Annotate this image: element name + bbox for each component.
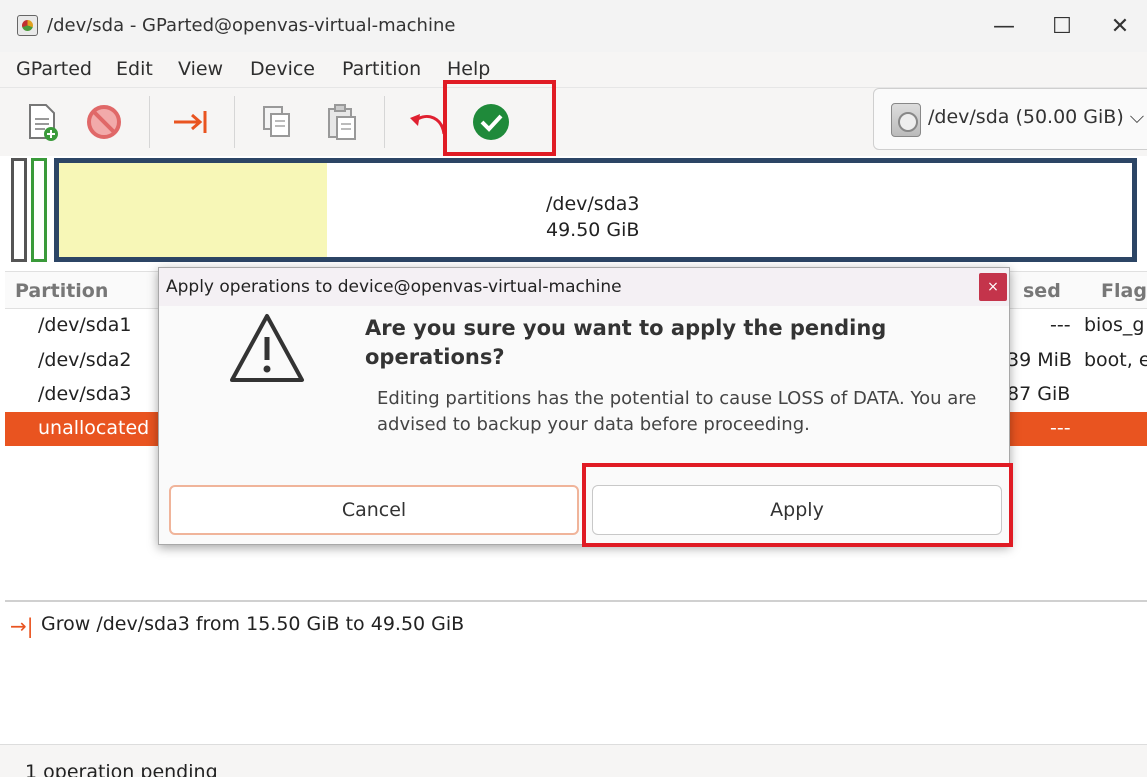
used-cell: --- — [1050, 314, 1071, 336]
partition-cell: /dev/sda2 — [38, 349, 132, 371]
status-bar: 1 operation pending — [0, 744, 1147, 777]
menu-device[interactable]: Device — [250, 58, 315, 80]
maximize-button[interactable]: ☐ — [1042, 10, 1082, 42]
partition-cell: /dev/sda1 — [38, 314, 132, 336]
dialog-title-bar: Apply operations to device@openvas-virtu… — [159, 268, 1009, 306]
menu-partition[interactable]: Partition — [342, 58, 421, 80]
minimize-button[interactable]: — — [984, 10, 1024, 42]
flags-cell: boot, e — [1084, 349, 1147, 371]
close-window-button[interactable]: ✕ — [1100, 10, 1140, 42]
column-partition[interactable]: Partition — [15, 280, 108, 302]
copy-icon[interactable] — [255, 100, 299, 144]
partition-cell: unallocated — [38, 417, 150, 439]
pending-operations-pane: →| Grow /dev/sda3 from 15.50 GiB to 49.5… — [5, 600, 1147, 744]
partition-block-label: /dev/sda3 49.50 GiB — [546, 193, 640, 241]
highlight-box — [582, 463, 1013, 547]
partition-cell: /dev/sda3 — [38, 383, 132, 405]
dialog-close-button[interactable]: × — [979, 273, 1007, 301]
dialog-title: Apply operations to device@openvas-virtu… — [166, 277, 622, 297]
menu-gparted[interactable]: GParted — [16, 58, 92, 80]
menu-edit[interactable]: Edit — [116, 58, 153, 80]
status-text: 1 operation pending — [25, 761, 218, 777]
operation-item[interactable]: Grow /dev/sda3 from 15.50 GiB to 49.50 G… — [41, 613, 464, 635]
dialog-heading: Are you sure you want to apply the pendi… — [365, 316, 887, 369]
device-selector[interactable]: /dev/sda (50.00 GiB) ⌵ — [873, 88, 1147, 150]
used-cell: 39 MiB — [1007, 349, 1072, 371]
paste-icon[interactable] — [320, 100, 364, 144]
flags-cell: bios_g — [1084, 314, 1145, 336]
delete-icon[interactable] — [82, 100, 126, 144]
partition-bar-sda1[interactable] — [11, 158, 27, 262]
menu-view[interactable]: View — [178, 58, 223, 80]
partition-block-sda3[interactable]: /dev/sda3 49.50 GiB — [54, 158, 1137, 262]
hard-disk-icon — [891, 103, 921, 137]
partition-bar-sda2[interactable] — [31, 158, 47, 262]
used-space-fill — [59, 163, 328, 257]
resize-move-icon[interactable] — [168, 100, 212, 144]
gparted-app-icon — [17, 15, 38, 36]
menu-bar: GParted Edit View Device Partition Help — [0, 52, 1147, 88]
column-flags[interactable]: Flag — [1101, 280, 1147, 302]
window-title: /dev/sda - GParted@openvas-virtual-machi… — [47, 15, 456, 36]
used-cell: --- — [1050, 417, 1071, 439]
menu-help[interactable]: Help — [447, 58, 490, 80]
chevron-down-icon: ⌵ — [1129, 106, 1145, 128]
highlight-box — [443, 80, 556, 156]
cancel-button[interactable]: Cancel — [169, 485, 579, 535]
resize-move-icon: →| — [10, 614, 34, 638]
new-partition-icon[interactable] — [20, 100, 64, 144]
device-selector-label: /dev/sda (50.00 GiB) ⌵ — [928, 106, 1145, 128]
title-bar: /dev/sda - GParted@openvas-virtual-machi… — [0, 0, 1147, 52]
warning-icon — [229, 312, 305, 384]
disk-map: /dev/sda3 49.50 GiB — [0, 156, 1147, 270]
column-used[interactable]: sed — [1023, 280, 1061, 302]
used-cell: 87 GiB — [1007, 383, 1071, 405]
dialog-body: Editing partitions has the potential to … — [377, 388, 977, 435]
